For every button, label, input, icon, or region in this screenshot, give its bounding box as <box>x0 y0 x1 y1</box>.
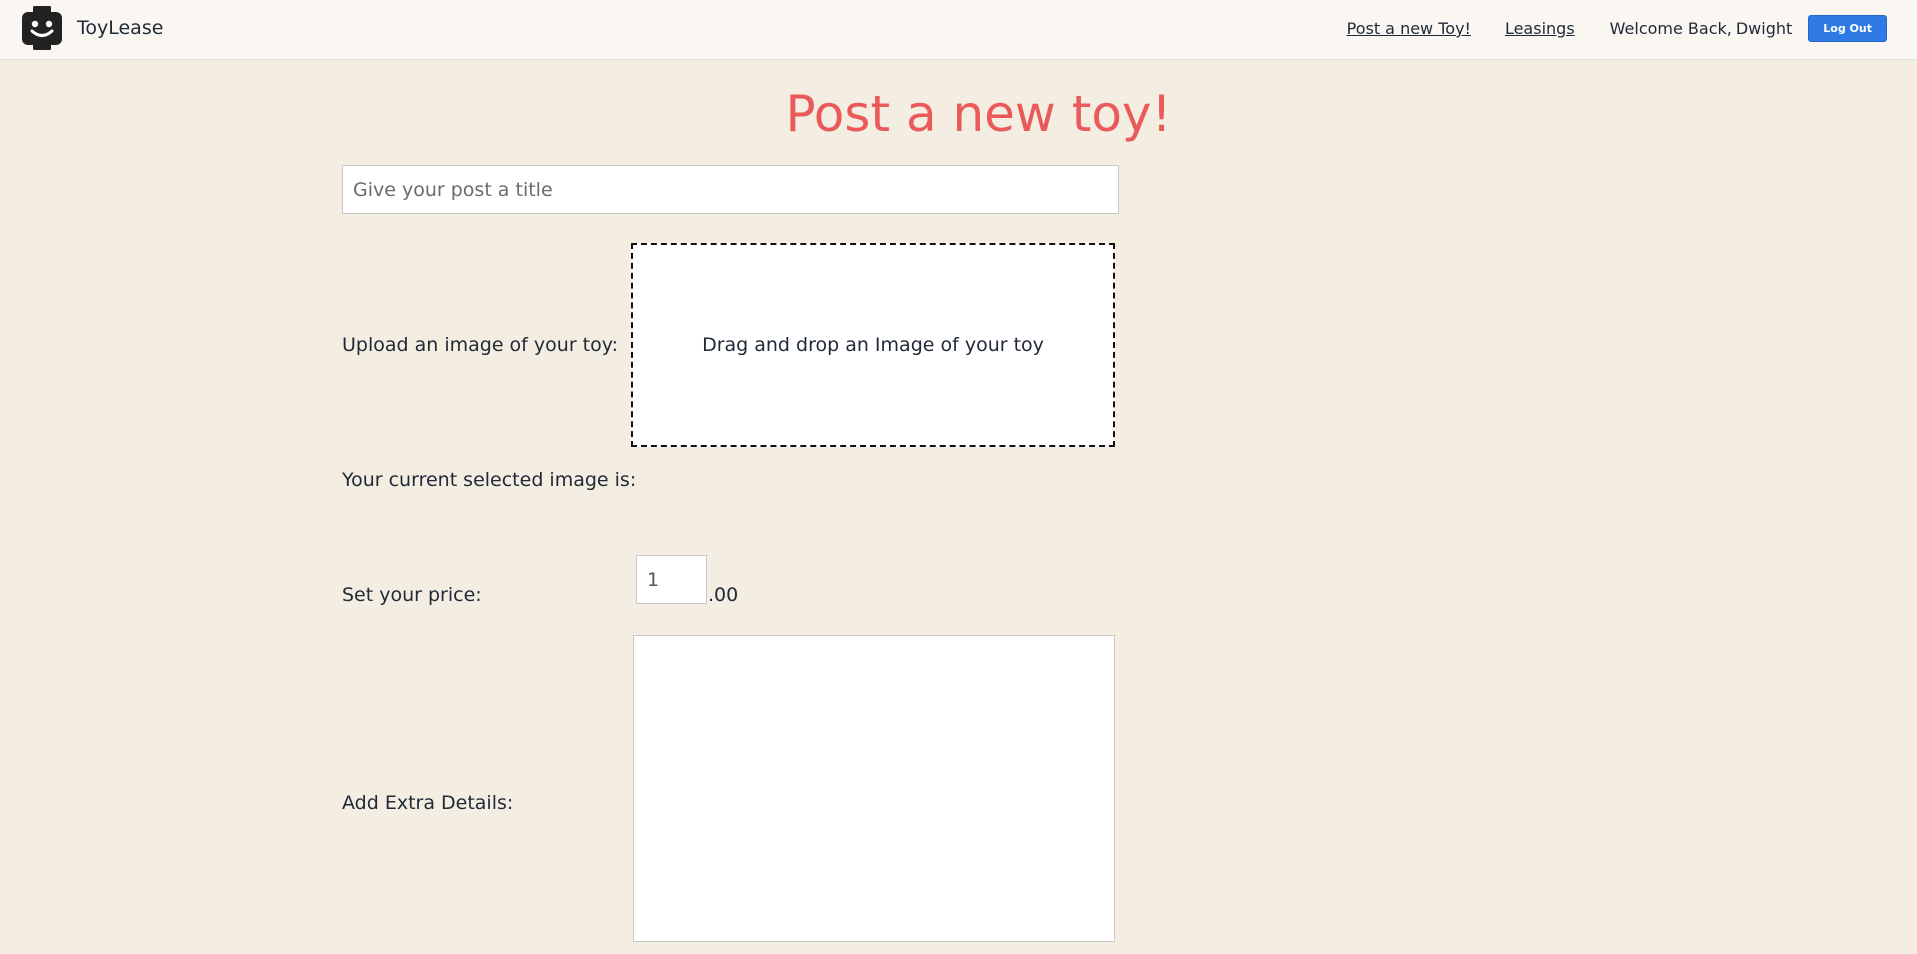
extra-details-textarea[interactable] <box>633 635 1115 942</box>
price-suffix: .00 <box>708 584 739 606</box>
price-field: .00 <box>636 555 739 606</box>
image-dropzone[interactable]: Drag and drop an Image of your toy <box>631 243 1115 447</box>
welcome-message: Welcome Back, Dwight <box>1610 19 1793 38</box>
logout-button[interactable]: Log Out <box>1808 15 1887 42</box>
post-title-input[interactable] <box>342 165 1119 214</box>
user-name: Dwight <box>1735 19 1793 38</box>
dropzone-text: Drag and drop an Image of your toy <box>702 334 1044 356</box>
navbar: ToyLease Post a new Toy! Leasings Welcom… <box>0 0 1917 60</box>
price-input[interactable] <box>636 555 707 604</box>
brand-name: ToyLease <box>77 17 164 39</box>
page-title: Post a new toy! <box>785 85 1172 143</box>
current-image-label: Your current selected image is: <box>342 469 637 491</box>
extra-details-label: Add Extra Details: <box>342 792 514 814</box>
upload-image-label: Upload an image of your toy: <box>342 334 619 356</box>
nav-link-leasings[interactable]: Leasings <box>1505 19 1575 38</box>
nav-links: Post a new Toy! Leasings Welcome Back, Dw… <box>1347 15 1887 42</box>
nav-link-post-new-toy[interactable]: Post a new Toy! <box>1347 19 1471 38</box>
toy-face-icon <box>22 6 62 50</box>
price-label: Set your price: <box>342 584 482 606</box>
brand[interactable]: ToyLease <box>19 5 163 51</box>
welcome-text: Welcome Back, <box>1609 19 1732 38</box>
